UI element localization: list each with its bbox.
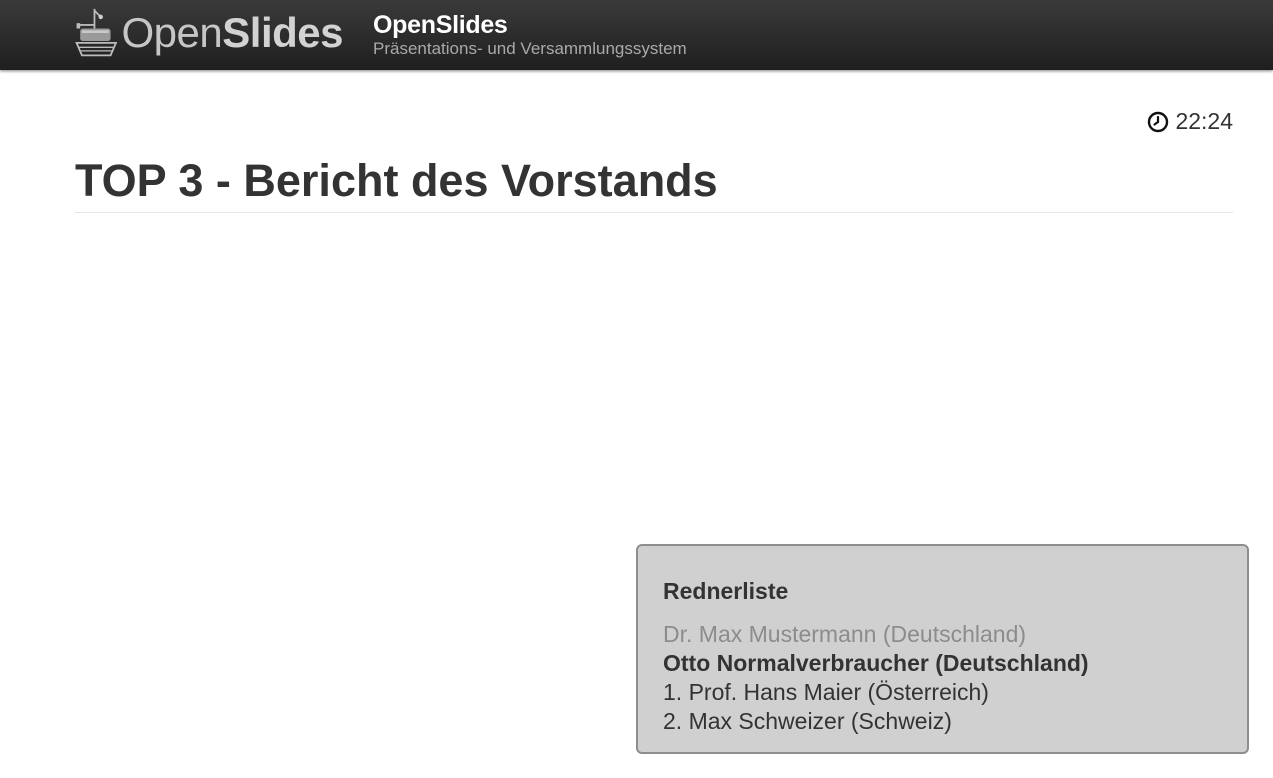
clock-time: 22:24 <box>1175 108 1233 134</box>
speakers-heading: Rednerliste <box>663 578 789 604</box>
logo-wordmark: OpenSlides <box>121 9 344 56</box>
header-subtitle: Präsentations- und Versammlungssystem <box>373 39 687 58</box>
title-divider <box>75 212 1233 213</box>
clock: 22:24 <box>1147 108 1233 135</box>
openslides-logo: OpenSlides <box>73 4 343 62</box>
slide-title: TOP 3 - Bericht des Vorstands <box>75 155 718 206</box>
logo-text-slides: Slides <box>222 9 343 56</box>
speaker-current: Otto Normalverbraucher (Deutschland) <box>663 650 1089 676</box>
header-bar: OpenSlides OpenSlides Präsentations- und… <box>0 0 1273 70</box>
speaker-upcoming-1: 1. Prof. Hans Maier (Österreich) <box>663 679 989 705</box>
speaker-previous: Dr. Max Mustermann (Deutschland) <box>663 621 1027 647</box>
speaker-upcoming-2: 2. Max Schweizer (Schweiz) <box>663 708 952 734</box>
clock-icon <box>1148 111 1169 132</box>
projector-icon <box>75 8 118 57</box>
header-title: OpenSlides <box>373 11 508 39</box>
logo-text-open: Open <box>121 9 223 56</box>
speakers-list-overlay: Rednerliste Dr. Max Mustermann (Deutschl… <box>636 544 1249 754</box>
